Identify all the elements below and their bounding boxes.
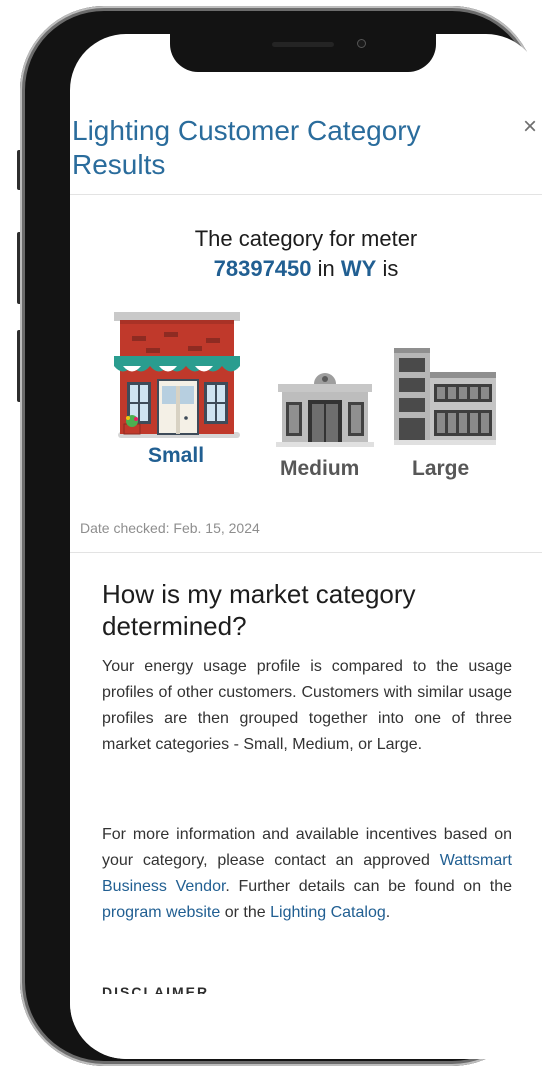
category-medium-label: Medium <box>280 457 360 480</box>
phone-notch <box>170 34 436 72</box>
category-large-label: Large <box>412 457 470 480</box>
results-divider <box>70 552 542 553</box>
speaker-grille <box>272 42 334 47</box>
title-divider <box>70 194 542 195</box>
phone-frame: Lighting Customer Category Results × The… <box>20 6 542 1066</box>
category-small-label: Small <box>148 444 205 467</box>
phone-screen: Lighting Customer Category Results × The… <box>70 34 542 1059</box>
result-suffix: is <box>382 256 399 281</box>
small-storefront-icon <box>114 312 240 438</box>
faq-paragraph-2: For more information and available incen… <box>102 822 512 926</box>
result-heading: The category for meter 78397450 in WY is <box>70 224 542 284</box>
camera-icon <box>357 39 366 48</box>
result-prefix: The category for meter <box>194 226 418 251</box>
large-building-icon <box>394 348 496 445</box>
result-line: 78397450 in WY is <box>70 254 542 284</box>
state-code: WY <box>340 256 377 281</box>
lighting-catalog-link[interactable]: Lighting Catalog <box>270 904 386 921</box>
meter-number: 78397450 <box>213 256 312 281</box>
faq-heading: How is my market category determined? <box>102 579 416 641</box>
medium-building-icon <box>276 373 374 447</box>
faq-paragraph-1: Your energy usage profile is compared to… <box>102 658 512 753</box>
screen-bottom-area <box>70 994 542 1059</box>
date-checked: Date checked: Feb. 15, 2024 <box>80 520 260 536</box>
paragraph-2-text-d: . <box>385 904 391 921</box>
in-word: in <box>317 256 335 281</box>
program-website-link[interactable]: program website <box>102 904 220 921</box>
paragraph-2-text-c: or the <box>224 904 266 921</box>
paragraph-2-text-b: . Further details can be found on the <box>225 878 512 895</box>
close-button[interactable]: × <box>518 114 542 140</box>
modal-title: Lighting Customer Category Results <box>72 115 421 180</box>
